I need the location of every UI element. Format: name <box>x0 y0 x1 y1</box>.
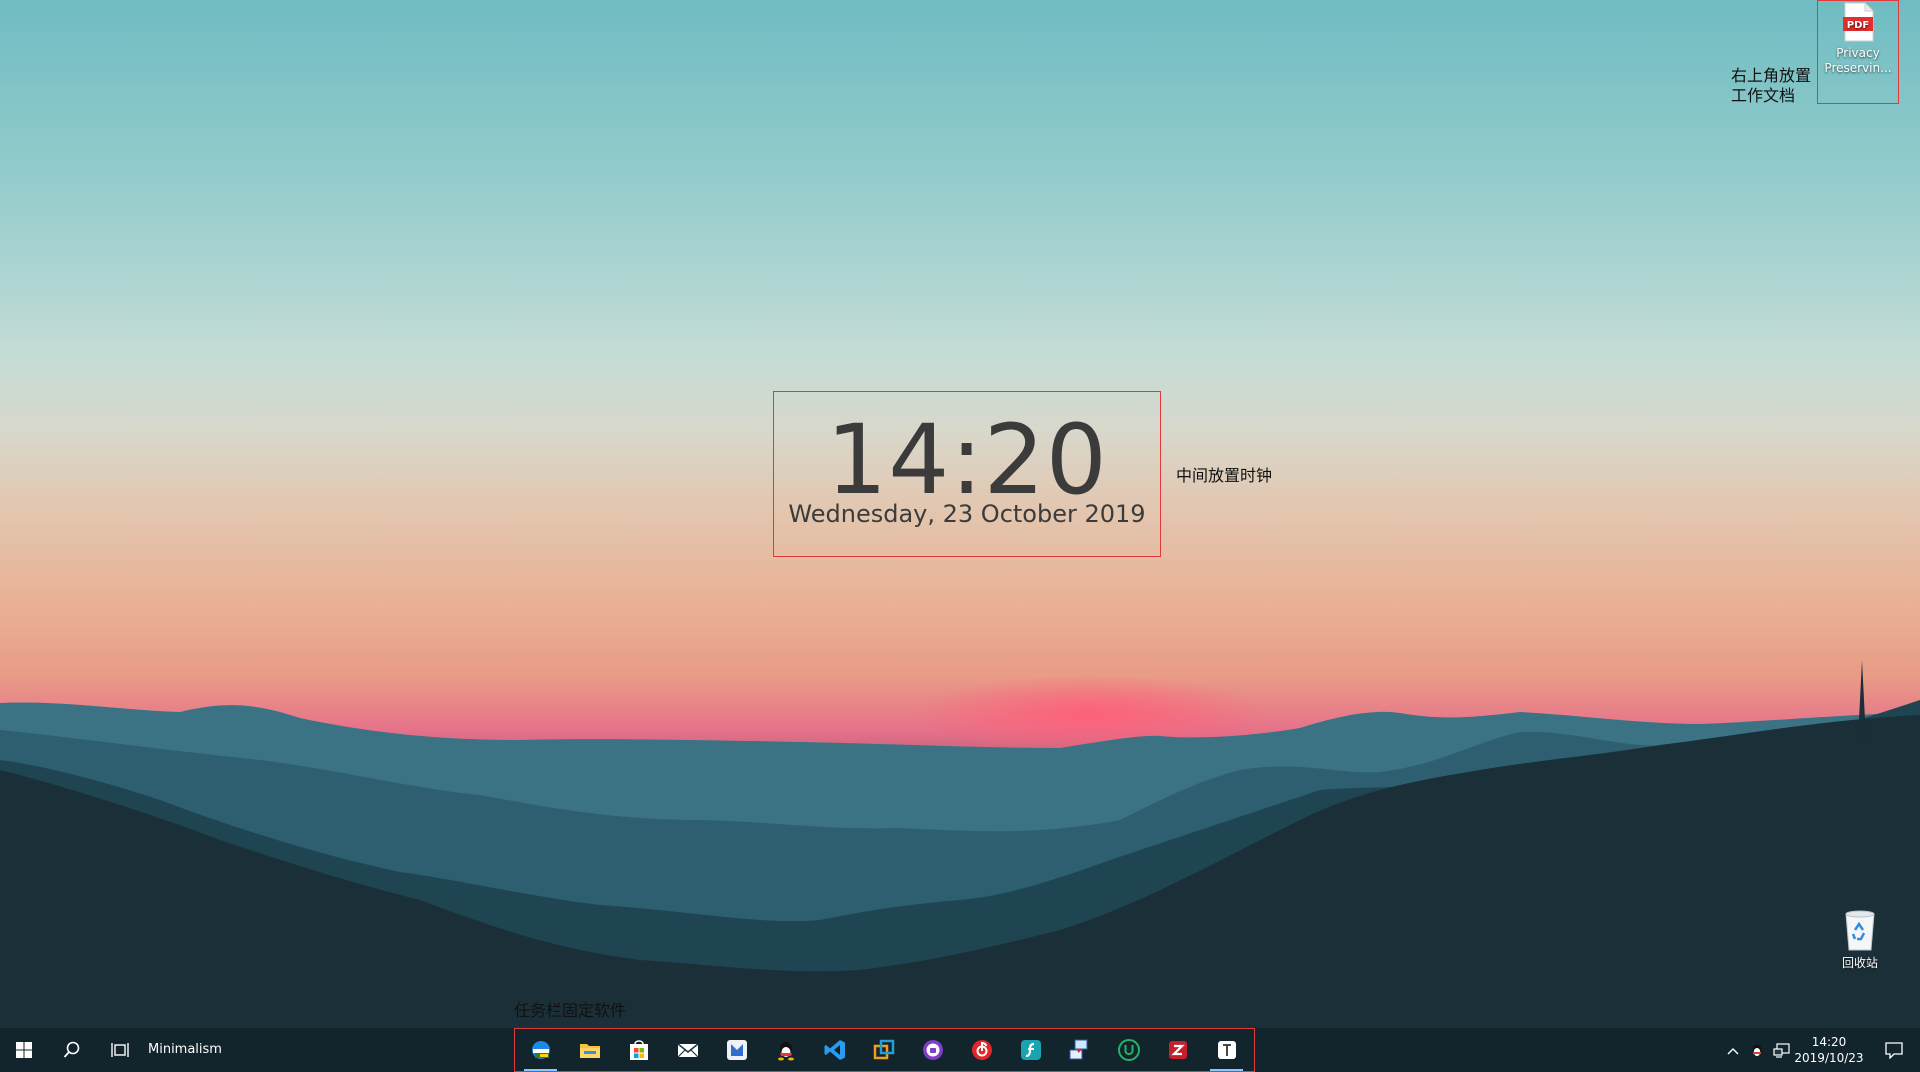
vmware-icon[interactable] <box>859 1028 908 1072</box>
toolbar-label[interactable]: Minimalism <box>148 1042 222 1057</box>
pdf-label-line1: Privacy <box>1836 46 1880 60</box>
doc-note-line2: 工作文档 <box>1731 86 1796 105</box>
system-clock[interactable]: 14:20 2019/10/23 <box>1780 1034 1878 1066</box>
red-app-icon[interactable] <box>1153 1028 1202 1072</box>
taskbar-note: 任务栏固定软件 <box>514 1001 627 1020</box>
sf-icon[interactable] <box>1006 1028 1055 1072</box>
search-button[interactable] <box>48 1028 96 1072</box>
clock-widget: 14:20 Wednesday, 23 October 2019 <box>773 391 1161 557</box>
recycle-bin-shortcut[interactable]: 回收站 <box>1822 906 1898 971</box>
svg-text:PDF: PDF <box>1847 20 1869 31</box>
pdf-label-line2: Preservin... <box>1824 61 1892 75</box>
notification-icon <box>1885 1042 1903 1059</box>
tray-date-text: 2019/10/23 <box>1794 1051 1864 1065</box>
file-explorer-icon[interactable] <box>565 1028 614 1072</box>
netease-music-icon[interactable] <box>957 1028 1006 1072</box>
chevron-up-icon[interactable] <box>1723 1041 1743 1061</box>
windows-logo-icon <box>16 1042 32 1058</box>
app-icon[interactable] <box>712 1028 761 1072</box>
action-center-button[interactable] <box>1868 1028 1920 1072</box>
recycle-bin-icon <box>1845 910 1875 951</box>
typora-icon[interactable] <box>1202 1028 1251 1072</box>
clock-note: 中间放置时钟 <box>1176 466 1273 485</box>
tray-time-text: 14:20 <box>1811 1035 1847 1049</box>
vscode-icon[interactable] <box>810 1028 859 1072</box>
mail-icon[interactable] <box>663 1028 712 1072</box>
clock-date: Wednesday, 23 October 2019 <box>788 500 1146 528</box>
qq-icon[interactable] <box>761 1028 810 1072</box>
doc-note-line1: 右上角放置 <box>1731 66 1812 85</box>
network-tool-icon[interactable] <box>1055 1028 1104 1072</box>
ie-browser-icon[interactable] <box>516 1028 565 1072</box>
pinned-apps <box>516 1028 1251 1072</box>
recycle-bin-label: 回收站 <box>1841 956 1878 970</box>
task-view-icon <box>111 1043 129 1057</box>
clock-time: 14:20 <box>826 404 1108 516</box>
pdf-document-shortcut[interactable]: PDF Privacy Preservin... <box>1819 2 1899 76</box>
start-button[interactable] <box>0 1028 48 1072</box>
search-icon <box>63 1041 80 1058</box>
media-player-icon[interactable] <box>908 1028 957 1072</box>
pdf-file-icon: PDF <box>1843 2 1874 42</box>
store-icon[interactable] <box>614 1028 663 1072</box>
qq-tray-icon[interactable] <box>1747 1041 1767 1061</box>
u-icon[interactable] <box>1104 1028 1153 1072</box>
task-view-button[interactable] <box>96 1028 144 1072</box>
